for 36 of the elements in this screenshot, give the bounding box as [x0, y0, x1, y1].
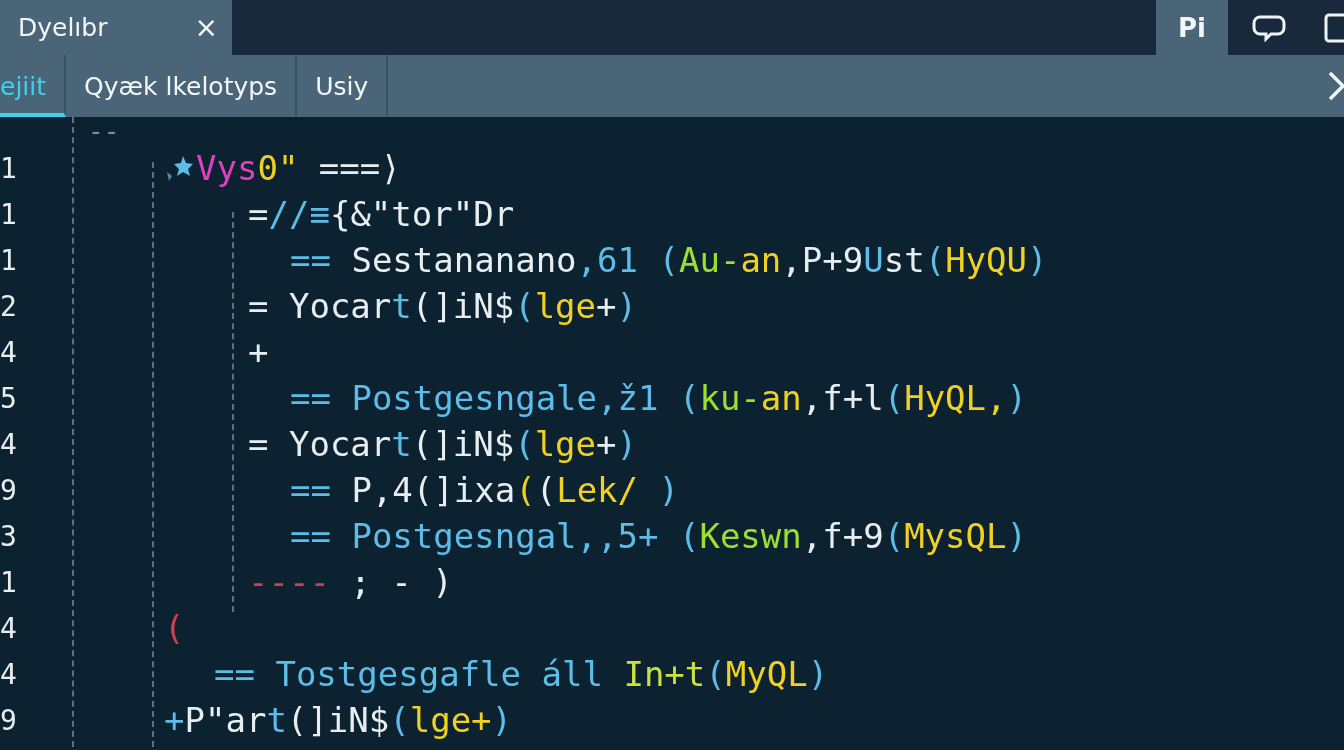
code-line: == Postgesngal,,5+ (Keswn,f+9(MysQL) — [290, 516, 1027, 556]
line-number: 5 — [0, 381, 18, 415]
chevron-icon[interactable] — [1328, 71, 1344, 101]
line-number: 4 — [0, 335, 18, 369]
line-number: 4 — [0, 427, 18, 461]
line-number: 2 — [0, 289, 18, 323]
editor-tab[interactable]: Usiy — [297, 55, 389, 117]
line-number: 9 — [0, 473, 18, 507]
code-line: + — [248, 332, 269, 372]
profile-badge[interactable]: Pi — [1156, 0, 1228, 55]
code-line: = Yocart(]iN$(lge+) — [248, 424, 637, 464]
code-line: ---- ; - ) — [248, 562, 453, 602]
line-number: 1 — [0, 151, 18, 185]
code-line: = Yocart(]iN$(lge+) — [248, 286, 637, 326]
code-line: =//≡{&"tor"Dr — [248, 194, 515, 234]
code-line: +P"art(]iN$(lge+) — [164, 700, 513, 740]
line-number: 9 — [0, 703, 18, 737]
code-line: == Postgesngale,ž1 (ku-an,f+l(HyQL,) — [290, 378, 1027, 418]
line-number: 1 — [0, 197, 18, 231]
chat-icon — [1252, 13, 1286, 42]
close-button[interactable]: × — [194, 11, 218, 44]
code-line: Vys0" ===⟩ — [196, 148, 401, 188]
line-number: 4 — [0, 611, 18, 645]
tab-title: Dyelıbr — [18, 13, 108, 42]
line-number: 4 — [0, 657, 18, 691]
line-number: 3 — [0, 519, 18, 553]
code-line: == Sestananano,61 (Au-an,P+9Ust(HyQU) — [290, 240, 1048, 280]
code-line: ( — [164, 608, 185, 648]
file-tab[interactable]: Dyelıbr × — [0, 0, 232, 55]
code-line: == Tostgesgafle áll In+t(MyQL) — [214, 654, 829, 694]
editor-tab[interactable]: ejiit — [0, 55, 67, 117]
code-line: == P,4(]ixa((Lek/ ) — [290, 470, 679, 510]
line-number: 1 — [0, 243, 18, 277]
code-line: -- — [88, 117, 120, 146]
line-number: 1 — [0, 565, 18, 599]
editor-tab[interactable]: Qyæk lkelotyps — [66, 55, 298, 117]
